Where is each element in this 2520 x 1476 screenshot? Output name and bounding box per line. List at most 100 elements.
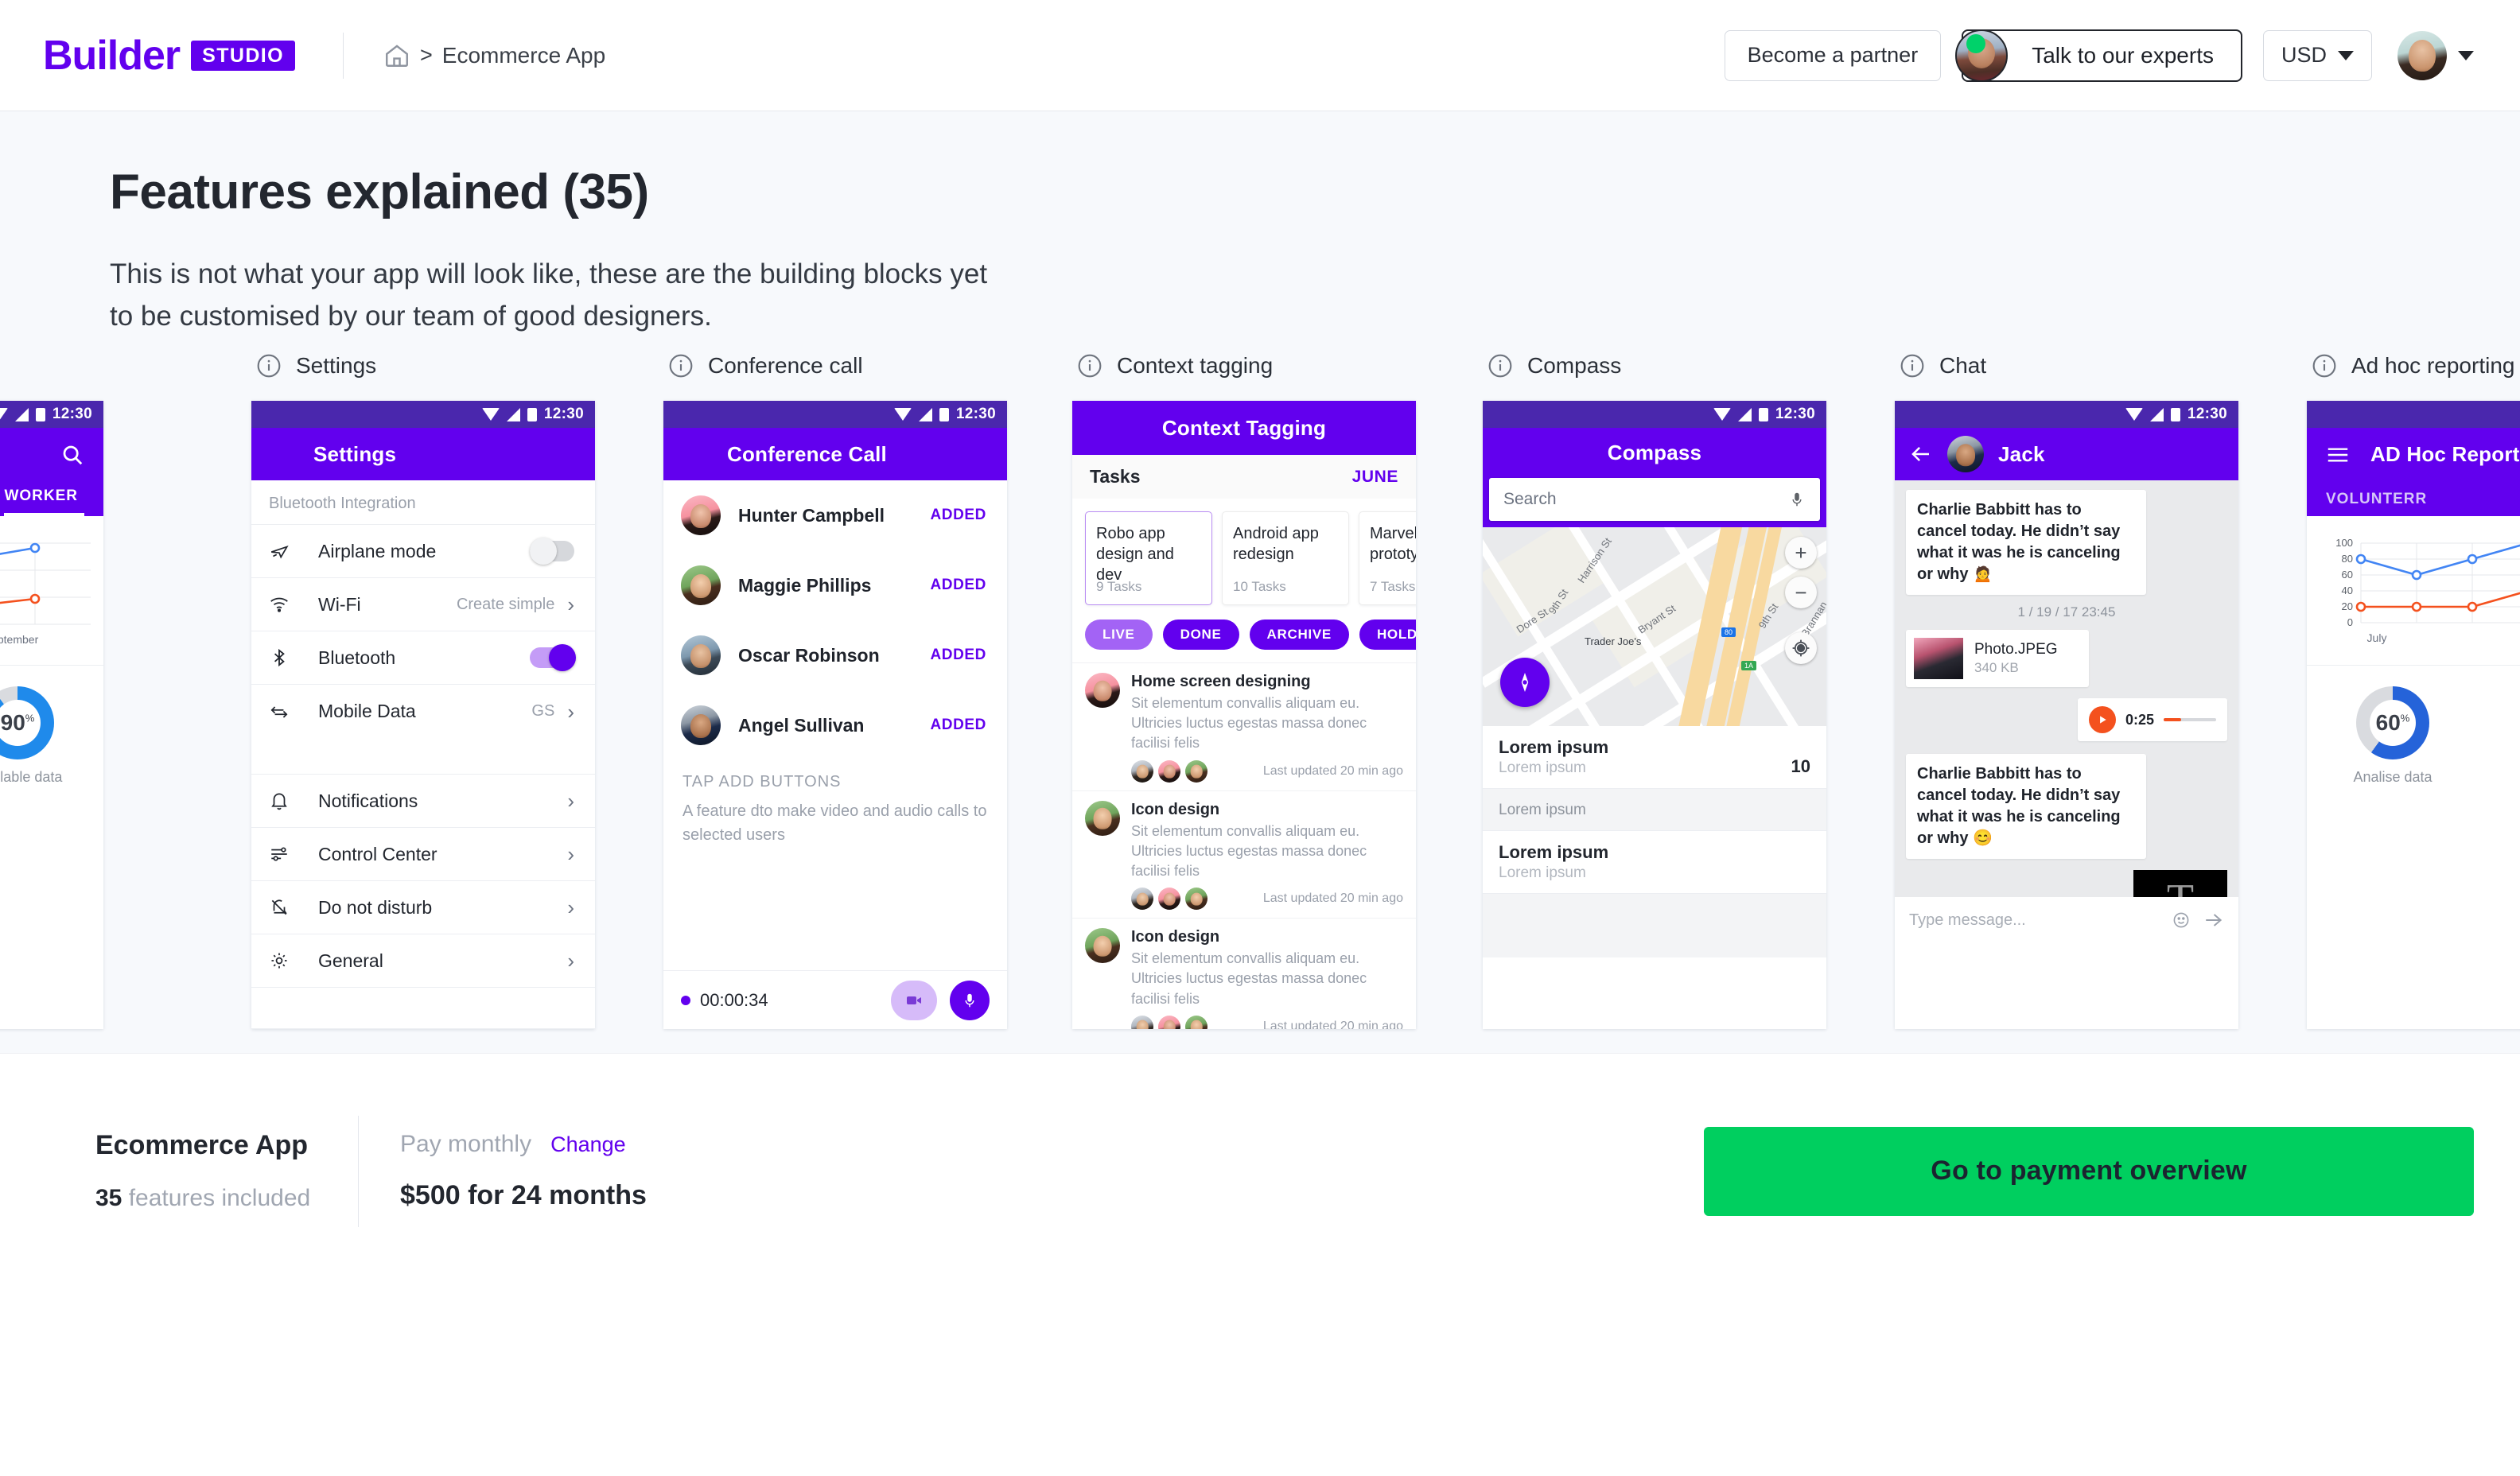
chat-message-list[interactable]: Charlie Babbitt has to cancel today. He …	[1895, 480, 2238, 943]
participant-row[interactable]: Oscar Robinson ADDED	[663, 620, 1007, 690]
currency-selector[interactable]: USD	[2262, 29, 2372, 81]
map-view[interactable]: Harrison St 9th St Dore St Bryant St 9th…	[1483, 527, 1826, 726]
avatar	[1185, 1015, 1208, 1029]
search-icon[interactable]	[60, 443, 84, 467]
settings-row-control-center[interactable]: Control Center ›	[251, 828, 595, 881]
participant-status[interactable]: ADDED	[930, 577, 986, 594]
compass-row-subtitle: Lorem ipsum	[1499, 759, 1586, 776]
status-pill-hold[interactable]: HOLD	[1359, 620, 1416, 650]
feature-card-header: Settings	[251, 348, 595, 383]
change-plan-link[interactable]: Change	[550, 1132, 626, 1157]
conference-hint-title: TAP ADD BUTTONS	[682, 773, 842, 790]
message-input-placeholder[interactable]: Type message...	[1909, 911, 2159, 930]
participant-status[interactable]: ADDED	[930, 507, 986, 524]
talk-to-experts-wrapper[interactable]: Talk to our experts	[1955, 29, 2242, 82]
status-bar-time: 12:30	[2187, 406, 2227, 422]
microphone-button[interactable]	[950, 980, 990, 1020]
settings-row-wifi[interactable]: Wi-Fi Create simple ›	[251, 578, 595, 631]
compass-button[interactable]	[1500, 658, 1550, 707]
zoom-out-button[interactable]: −	[1785, 577, 1817, 608]
settings-row-airplane-mode[interactable]: Airplane mode	[251, 525, 595, 578]
settings-row-do-not-disturb[interactable]: Do not disturb ›	[251, 881, 595, 934]
compass-list-row[interactable]: Lorem ipsum Lorem ipsum 10	[1483, 726, 1826, 789]
brand-wordmark: Builder	[43, 32, 181, 79]
settings-row-mobile-data[interactable]: Mobile Data GS ›	[251, 685, 595, 738]
info-icon[interactable]	[668, 353, 694, 379]
participant-status[interactable]: ADDED	[930, 717, 986, 734]
y-tick-0: 0	[2347, 616, 2353, 628]
signal-icon	[918, 407, 932, 421]
participant-row[interactable]: Angel Sullivan ADDED	[663, 690, 1007, 760]
send-icon[interactable]	[2203, 910, 2224, 930]
task-row[interactable]: Home screen designing Sit elementum conv…	[1072, 662, 1416, 790]
airplane-mode-toggle[interactable]	[530, 538, 574, 565]
hamburger-icon[interactable]	[2326, 446, 2350, 464]
task-row[interactable]: Icon design Sit elementum convallis aliq…	[1072, 918, 1416, 1029]
feature-card-reporting[interactable]: Reporting 12:30 eporting WORKER	[0, 348, 103, 1029]
feature-card-ad-hoc-reporting[interactable]: Ad hoc reporting 12:30 AD Hoc Reporting …	[2307, 348, 2520, 1029]
status-pill-done[interactable]: DONE	[1162, 620, 1239, 650]
map-poi-trader-joes[interactable]: Trader Joe's	[1585, 635, 1641, 647]
appbar-title: Context Tagging	[1161, 415, 1327, 440]
chat-file-attachment[interactable]: Photo.JPEG 340 KB	[1906, 630, 2089, 687]
info-icon[interactable]	[2312, 353, 2337, 379]
video-camera-button[interactable]	[891, 980, 937, 1020]
microphone-icon[interactable]	[1788, 491, 1806, 508]
settings-row-bluetooth[interactable]: Bluetooth	[251, 631, 595, 685]
emoji-icon[interactable]	[2172, 911, 2191, 930]
status-pill-list[interactable]: LIVE DONE ARCHIVE HOLD P	[1072, 616, 1416, 662]
wifi-icon	[2125, 408, 2143, 421]
project-card[interactable]: Robo app design and dev 9 Tasks	[1085, 511, 1212, 605]
back-arrow-icon[interactable]	[1909, 442, 1933, 466]
locate-icon[interactable]	[1785, 632, 1817, 664]
project-card-list[interactable]: Robo app design and dev 9 Tasks Android …	[1072, 499, 1416, 616]
go-to-payment-overview-button[interactable]: Go to payment overview	[1704, 1126, 2474, 1216]
tab-volunterr[interactable]: VOLUNTERR	[2326, 491, 2433, 516]
user-menu[interactable]	[2398, 30, 2474, 80]
info-icon[interactable]	[256, 353, 282, 379]
participant-row[interactable]: Hunter Campbell ADDED	[663, 480, 1007, 550]
avatar	[681, 705, 721, 745]
status-bar-time: 12:30	[1775, 406, 1815, 422]
become-a-partner-button[interactable]: Become a partner	[1724, 29, 1942, 81]
audio-progress-slider[interactable]	[2164, 718, 2216, 721]
task-collaborators	[1131, 759, 1208, 783]
zoom-in-button[interactable]: +	[1785, 537, 1817, 569]
project-card[interactable]: Android app redesign 10 Tasks	[1222, 511, 1349, 605]
search-input[interactable]: Search	[1489, 478, 1820, 521]
feature-card-settings[interactable]: Settings 12:30 Settings Bluetooth Integr…	[251, 348, 595, 1029]
info-icon[interactable]	[1900, 353, 1925, 379]
bluetooth-icon	[269, 647, 305, 668]
participant-row[interactable]: Maggie Phillips ADDED	[663, 550, 1007, 620]
play-icon[interactable]	[2088, 706, 2116, 733]
home-icon[interactable]	[383, 42, 410, 69]
feature-card-compass[interactable]: Compass 12:30 Compass Search Harrison St…	[1483, 348, 1826, 1029]
donut-analise-data: 60% Analise data	[2307, 686, 2479, 786]
chat-audio-message[interactable]: 0:25	[2077, 698, 2227, 741]
wifi-icon	[0, 408, 8, 421]
month-filter[interactable]: JUNE	[1352, 468, 1398, 487]
status-pill-live[interactable]: LIVE	[1085, 620, 1153, 650]
task-timestamp: Last updated 20 min ago	[1262, 891, 1403, 906]
info-icon[interactable]	[1077, 353, 1102, 379]
feature-card-context-tagging[interactable]: Context tagging Context Tagging Tasks JU…	[1072, 348, 1416, 1029]
settings-row-general[interactable]: General ›	[251, 934, 595, 988]
status-pill-archive[interactable]: ARCHIVE	[1249, 620, 1349, 650]
feature-card-conference-call[interactable]: Conference call 12:30 Conference Call Hu…	[663, 348, 1007, 1029]
participant-status[interactable]: ADDED	[930, 647, 986, 664]
bluetooth-toggle[interactable]	[530, 644, 576, 671]
chat-bubble-incoming: Charlie Babbitt has to cancel today. He …	[1906, 754, 2146, 859]
footer-price-row: $500 for 24 months	[400, 1180, 647, 1211]
feature-card-chat[interactable]: Chat 12:30 Jack Charlie Babbitt has to c…	[1895, 348, 2238, 1029]
chat-input-bar[interactable]: Type message...	[1895, 897, 2238, 943]
info-icon[interactable]	[1488, 353, 1513, 379]
compass-list-row[interactable]: Lorem ipsum	[1483, 789, 1826, 831]
footer-app-summary: Ecommerce App 35 features included	[95, 1130, 358, 1212]
compass-list-row[interactable]: Lorem ipsum Lorem ipsum	[1483, 831, 1826, 894]
project-card[interactable]: Marvel prototyp 7 Tasks	[1359, 511, 1416, 605]
settings-row-notifications[interactable]: Notifications ›	[251, 775, 595, 828]
task-row[interactable]: Icon design Sit elementum convallis aliq…	[1072, 790, 1416, 919]
feature-cards-rail[interactable]: Reporting 12:30 eporting WORKER	[0, 337, 2520, 1053]
brand-logo[interactable]: Builder STUDIO	[43, 35, 295, 76]
tab-worker[interactable]: WORKER	[4, 487, 84, 516]
